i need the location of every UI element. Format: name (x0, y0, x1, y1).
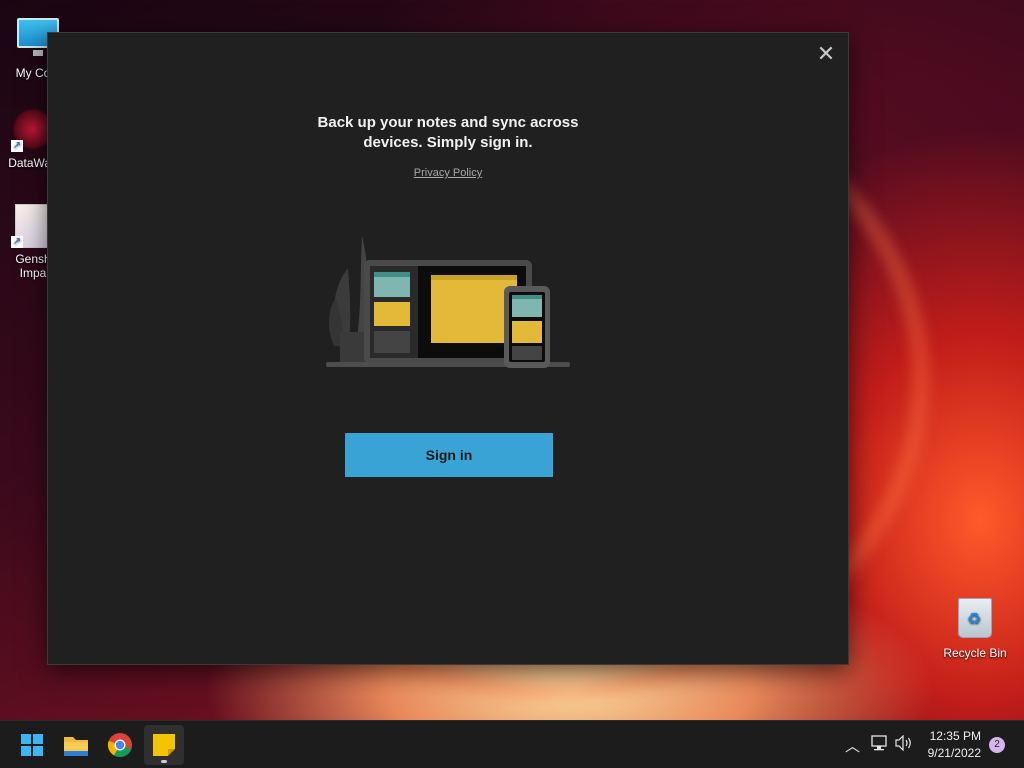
close-icon: ✕ (816, 41, 836, 66)
sticky-notes-icon (153, 734, 175, 756)
privacy-policy-link[interactable]: Privacy Policy (348, 167, 548, 179)
sticky-note-header (374, 272, 410, 277)
recycle-bin-icon: ♻ (953, 598, 997, 642)
sticky-notes-signin-dialog: ✕ Back up your notes and sync across dev… (47, 32, 849, 665)
folder-icon (64, 737, 88, 756)
network-button[interactable] (871, 735, 889, 755)
headline-line-2: devices. Simply sign in. (363, 134, 533, 151)
close-button[interactable]: ✕ (812, 41, 840, 69)
sticky-note-teal (374, 277, 410, 297)
network-icon (871, 735, 887, 751)
active-app-indicator (161, 760, 167, 763)
chrome-icon (107, 733, 132, 758)
sticky-note-gray (374, 331, 410, 353)
clock-time: 12:35 PM (929, 729, 981, 743)
taskbar: ︿ 12:35 PM 9/21/2022 2 (0, 720, 1024, 768)
chrome-button[interactable] (100, 725, 140, 765)
chevron-up-icon: ︿ (845, 738, 861, 755)
clock-date: 9/21/2022 (927, 746, 981, 760)
devices-sync-illustration (326, 236, 570, 368)
sticky-note-yellow (374, 302, 410, 326)
signin-headline: Back up your notes and sync across devic… (288, 113, 608, 153)
notification-badge[interactable]: 2 (989, 737, 1005, 753)
show-hidden-icons-button[interactable]: ︿ (845, 735, 860, 756)
shortcut-arrow-icon: ↗ (11, 236, 23, 248)
desktop-icon-label: Recycle Bin (943, 646, 1007, 660)
headline-line-1: Back up your notes and sync across (317, 114, 579, 131)
windows-start-icon (21, 734, 43, 756)
start-button[interactable] (12, 725, 52, 765)
sticky-notes-button[interactable] (144, 725, 184, 765)
sign-in-button[interactable]: Sign in (345, 433, 553, 477)
clock[interactable]: 12:35 PM 9/21/2022 (911, 728, 981, 762)
file-explorer-button[interactable] (56, 725, 96, 765)
shortcut-arrow-icon: ↗ (11, 140, 23, 152)
desktop-icon-recycle-bin[interactable]: ♻ Recycle Bin (940, 598, 1010, 660)
